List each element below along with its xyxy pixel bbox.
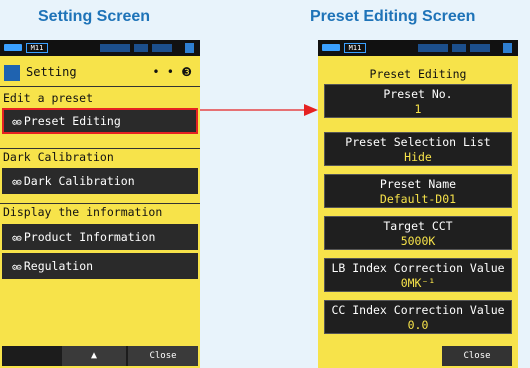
preset-selection-list-field[interactable]: Preset Selection List Hide [324, 132, 512, 166]
setting-icon [4, 65, 20, 81]
page-indicator[interactable]: • • ❸ [152, 65, 192, 79]
page-title: Preset Editing [369, 67, 467, 81]
preset-editing-screen: M11 Preset Editing Preset No. 1 Preset S… [318, 40, 518, 368]
gear-icon: ⚙⚙ [12, 178, 22, 188]
cc-index-correction-field[interactable]: CC Index Correction Value 0.0 [324, 300, 512, 334]
field-label: LB Index Correction Value [331, 261, 505, 275]
divider [0, 203, 200, 204]
menu-item-label: Preset Editing [23, 114, 121, 128]
menu-item-label: Dark Calibration [23, 174, 135, 188]
dark-calibration-button[interactable]: ⚙⚙ Dark Calibration [2, 168, 198, 194]
field-label: Preset No. [383, 87, 453, 101]
status-indicator-icon [418, 44, 448, 52]
close-button[interactable]: Close [128, 346, 198, 366]
target-cct-field[interactable]: Target CCT 5000K [324, 216, 512, 250]
battery-icon [4, 44, 22, 51]
gear-icon: ⚙⚙ [12, 118, 22, 128]
page-title: Setting [26, 65, 77, 79]
bottom-bar: ▲ Close [2, 346, 198, 366]
preset-editing-button[interactable]: ⚙⚙ Preset Editing [2, 108, 198, 134]
field-label: Preset Name [379, 177, 457, 191]
field-value: 0MK⁻¹ [400, 276, 436, 290]
setting-screen: M11 Setting • • ❸ Edit a preset ⚙⚙ Preset… [0, 40, 200, 368]
field-value: 1 [414, 102, 422, 116]
divider [0, 148, 200, 149]
memory-indicator: M11 [26, 43, 48, 53]
close-button[interactable]: Close [442, 346, 512, 366]
status-indicator-icon [452, 44, 466, 52]
divider [0, 86, 200, 87]
section-edit-preset: Edit a preset [3, 91, 94, 105]
status-indicator-icon [470, 44, 490, 52]
status-bar: M11 [318, 40, 518, 56]
setting-screen-caption: Setting Screen [38, 8, 151, 25]
preset-editing-screen-caption: Preset Editing Screen [310, 8, 476, 25]
memory-indicator: M11 [344, 43, 366, 53]
lb-index-correction-field[interactable]: LB Index Correction Value 0MK⁻¹ [324, 258, 512, 292]
menu-item-label: Product Information [23, 230, 156, 244]
field-value: Default-D01 [379, 192, 457, 206]
section-dark-calibration: Dark Calibration [3, 150, 114, 164]
battery-icon [322, 44, 340, 51]
gear-icon: ⚙⚙ [12, 234, 22, 244]
field-value: 0.0 [407, 318, 429, 332]
setting-title-row: Setting • • ❸ [0, 62, 200, 84]
power-icon [503, 43, 512, 53]
section-display-information: Display the information [3, 205, 163, 219]
gear-icon: ⚙⚙ [12, 263, 22, 273]
power-icon [185, 43, 194, 53]
preset-name-field[interactable]: Preset Name Default-D01 [324, 174, 512, 208]
transition-arrow [200, 104, 318, 116]
field-label: CC Index Correction Value [331, 303, 505, 317]
status-indicator-icon [100, 44, 130, 52]
preset-no-field[interactable]: Preset No. 1 [324, 84, 512, 118]
status-bar: M11 [0, 40, 200, 56]
field-label: Preset Selection List [345, 135, 491, 149]
product-information-button[interactable]: ⚙⚙ Product Information [2, 224, 198, 250]
status-indicator-icon [152, 44, 172, 52]
field-value: Hide [404, 150, 432, 164]
page-up-button[interactable]: ▲ [62, 346, 126, 366]
regulation-button[interactable]: ⚙⚙ Regulation [2, 253, 198, 279]
field-label: Target CCT [383, 219, 453, 233]
menu-item-label: Regulation [23, 259, 94, 273]
status-indicator-icon [134, 44, 148, 52]
field-value: 5000K [400, 234, 436, 248]
